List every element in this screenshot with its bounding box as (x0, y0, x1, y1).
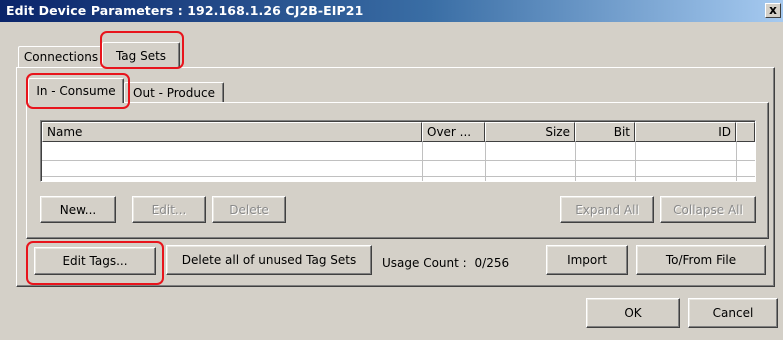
column-header-over[interactable]: Over ... (422, 122, 485, 142)
column-size-label: Size (545, 125, 570, 139)
close-button[interactable]: x (765, 3, 781, 18)
tab-connections-label: Connections (23, 50, 99, 64)
tab-out-produce-label: Out - Produce (133, 86, 215, 100)
tab-connections[interactable]: Connections (18, 46, 104, 67)
edit-button[interactable]: Edit... (132, 196, 206, 223)
edit-button-label: Edit... (151, 202, 187, 217)
delete-unused-label: Delete all of unused Tag Sets (181, 253, 357, 267)
usage-count-label: Usage Count : (382, 256, 467, 270)
to-from-file-label: To/From File (665, 253, 737, 267)
column-name-label: Name (47, 125, 83, 139)
column-id-label: ID (718, 125, 731, 139)
expand-all-label: Expand All (575, 202, 639, 217)
annotation-highlight-in-consume (26, 73, 130, 109)
new-button-label: New... (59, 202, 97, 217)
annotation-highlight-edit-tags (26, 241, 164, 285)
column-bit-label: Bit (613, 125, 630, 139)
column-header-name[interactable]: Name (42, 122, 422, 142)
tag-set-list[interactable]: Name Over ... Size Bit ID (40, 120, 756, 182)
ok-button[interactable]: OK (586, 298, 680, 328)
usage-count: Usage Count : 0/256 (382, 256, 509, 270)
expand-all-button[interactable]: Expand All (560, 196, 654, 223)
column-header-bit[interactable]: Bit (575, 122, 635, 142)
window-title: Edit Device Parameters : 192.168.1.26 CJ… (6, 3, 364, 18)
new-button[interactable]: New... (40, 196, 116, 223)
column-header-id[interactable]: ID (635, 122, 736, 142)
delete-unused-tag-sets-button[interactable]: Delete all of unused Tag Sets (166, 245, 372, 275)
ok-label: OK (624, 306, 642, 320)
usage-count-value: 0/256 (474, 256, 510, 270)
title-bar: Edit Device Parameters : 192.168.1.26 CJ… (0, 0, 783, 22)
delete-button-label: Delete (229, 202, 269, 217)
import-label: Import (567, 253, 607, 267)
column-header-filler (736, 122, 755, 142)
grid-line (42, 160, 755, 161)
collapse-all-button[interactable]: Collapse All (660, 196, 756, 223)
cancel-button[interactable]: Cancel (688, 298, 778, 328)
collapse-all-label: Collapse All (673, 202, 743, 217)
column-over-label: Over ... (427, 125, 472, 139)
import-button[interactable]: Import (546, 245, 628, 275)
tab-out-produce[interactable]: Out - Produce (124, 82, 224, 103)
to-from-file-button[interactable]: To/From File (636, 245, 766, 275)
cancel-label: Cancel (712, 306, 754, 320)
close-icon: x (769, 3, 777, 17)
column-header-size[interactable]: Size (485, 122, 575, 142)
grid-line (42, 176, 755, 177)
delete-button[interactable]: Delete (212, 196, 286, 223)
annotation-highlight-tag-sets (100, 31, 184, 69)
